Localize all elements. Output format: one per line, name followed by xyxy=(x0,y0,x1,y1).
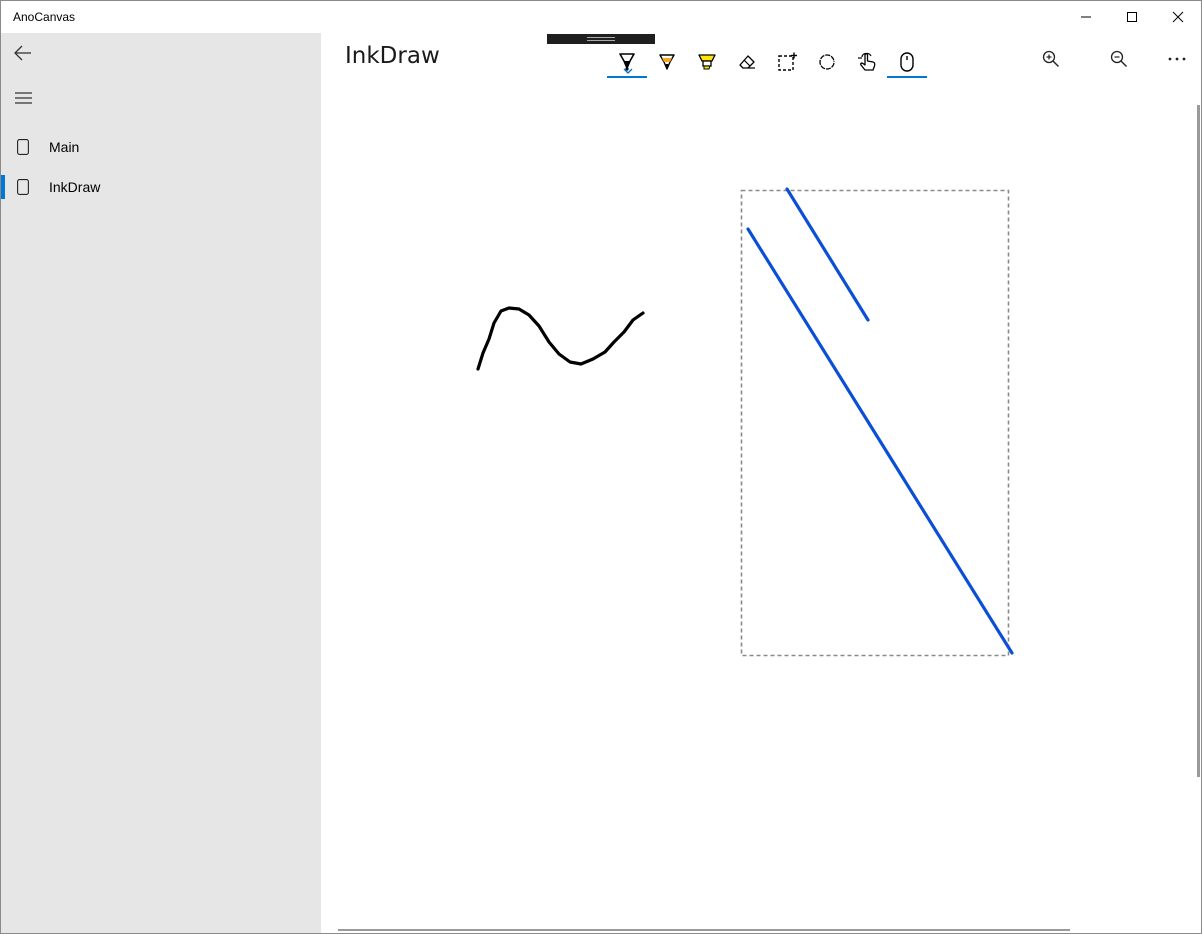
more-icon xyxy=(1168,57,1186,61)
minimize-button[interactable] xyxy=(1063,1,1109,33)
ink-toolbar-drag-handle[interactable] xyxy=(547,34,655,44)
circle-stencil-tool[interactable] xyxy=(807,46,847,78)
eraser-icon xyxy=(739,55,755,69)
maximize-icon xyxy=(1127,12,1137,22)
back-button[interactable] xyxy=(1,33,45,73)
lasso-select-icon xyxy=(778,52,797,71)
page-icon xyxy=(17,139,29,155)
grip-icon xyxy=(587,37,615,41)
nav-item-main[interactable]: Main xyxy=(1,127,321,167)
nav-item-label: Main xyxy=(49,139,80,155)
page-title: InkDraw xyxy=(345,43,440,69)
circle-icon xyxy=(819,54,835,70)
highlighter-tool[interactable] xyxy=(687,46,727,78)
maximize-button[interactable] xyxy=(1109,1,1155,33)
touch-writing-tool[interactable] xyxy=(847,46,887,78)
horizontal-scrollbar[interactable] xyxy=(338,929,1070,931)
app-window: AnoCanvas Main InkDraw InkDraw xyxy=(0,0,1202,934)
navigation-pane: Main InkDraw xyxy=(1,33,321,933)
touch-writing-icon xyxy=(858,52,876,71)
pencil-tool[interactable] xyxy=(647,46,687,78)
selection-indicator xyxy=(1,175,5,199)
hamburger-menu-icon xyxy=(14,92,32,104)
more-button[interactable] xyxy=(1153,41,1201,77)
app-title: AnoCanvas xyxy=(13,10,76,24)
lasso-select-tool[interactable] xyxy=(767,46,807,78)
zoom-out-button[interactable] xyxy=(1095,41,1143,77)
ink-stroke-curve[interactable] xyxy=(476,306,645,371)
close-button[interactable] xyxy=(1155,1,1201,33)
page-icon xyxy=(17,179,29,195)
ink-canvas-surface[interactable] xyxy=(321,101,1201,933)
ink-stroke-short-line[interactable] xyxy=(785,187,870,322)
vertical-scrollbar[interactable] xyxy=(1197,105,1200,777)
ink-canvas[interactable] xyxy=(321,101,1201,933)
zoom-in-button[interactable] xyxy=(1027,41,1075,77)
minimize-icon xyxy=(1081,16,1091,18)
nav-item-inkdraw[interactable]: InkDraw xyxy=(1,167,321,207)
nav-item-label: InkDraw xyxy=(49,179,101,195)
zoom-in-icon xyxy=(1042,50,1059,67)
title-bar[interactable]: AnoCanvas xyxy=(1,1,1201,33)
chevron-down-icon[interactable] xyxy=(622,67,634,75)
zoom-out-icon xyxy=(1110,50,1127,67)
eraser-tool[interactable] xyxy=(727,46,767,78)
menu-button[interactable] xyxy=(1,78,45,118)
mouse-icon xyxy=(900,52,914,72)
back-arrow-icon xyxy=(14,45,31,61)
close-icon xyxy=(1172,11,1184,23)
highlighter-icon xyxy=(698,54,716,70)
ink-stroke-long-line[interactable] xyxy=(746,227,1014,655)
mouse-input-tool[interactable] xyxy=(887,46,927,78)
pencil-icon xyxy=(659,54,675,70)
